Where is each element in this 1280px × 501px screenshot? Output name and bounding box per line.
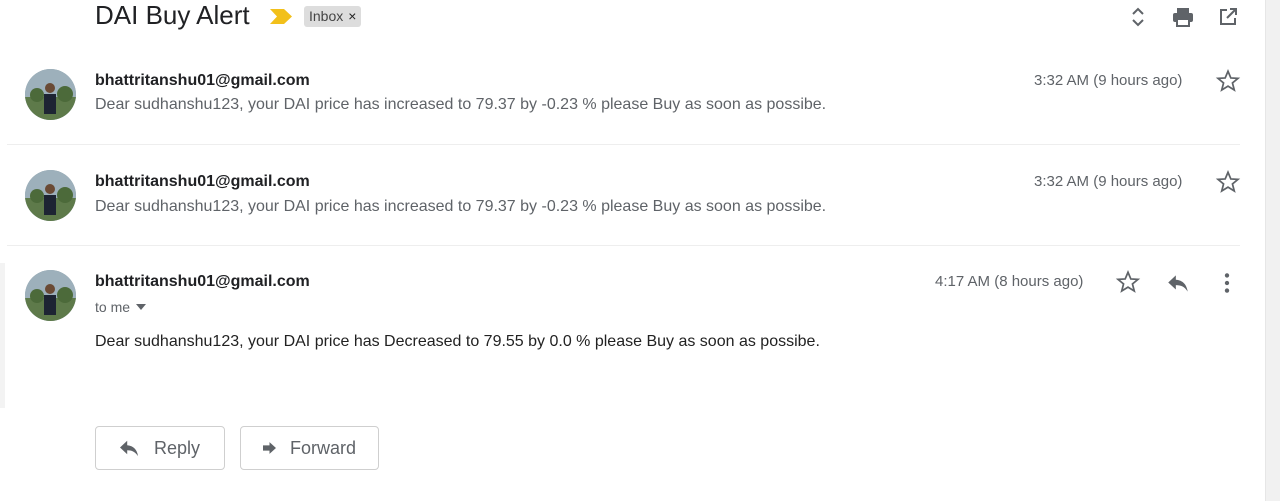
scrollbar[interactable] xyxy=(1265,0,1280,501)
reply-button-label: Reply xyxy=(154,437,201,458)
message-time: 3:32 AM (9 hours ago) xyxy=(1034,173,1183,190)
sender-avatar xyxy=(25,170,76,221)
sender-email[interactable]: bhattritanshu01@gmail.com xyxy=(95,173,310,191)
message-divider xyxy=(7,245,1240,246)
reply-icon xyxy=(120,440,138,457)
recipient-details-toggle[interactable]: to me xyxy=(95,299,147,315)
email-subject: DAI Buy Alert xyxy=(95,0,250,30)
print-icon[interactable] xyxy=(1171,5,1195,29)
forward-button-label: Forward xyxy=(289,437,356,458)
message-body: Dear sudhanshu123, your DAI price has De… xyxy=(95,333,820,350)
message-time: 3:32 AM (9 hours ago) xyxy=(1034,72,1183,89)
sender-avatar xyxy=(25,270,76,321)
remove-label-button[interactable]: × xyxy=(348,6,356,27)
message-time: 4:17 AM (8 hours ago) xyxy=(935,273,1084,290)
sender-avatar xyxy=(25,69,76,120)
message-divider xyxy=(7,144,1240,145)
label-chip-inbox: Inbox × xyxy=(304,6,362,27)
expand-collapse-icon[interactable] xyxy=(1126,5,1150,29)
recipient-label: to me xyxy=(95,299,131,315)
forward-button[interactable]: Forward xyxy=(240,426,379,470)
star-icon[interactable] xyxy=(1115,269,1141,295)
label-chip-text: Inbox xyxy=(309,8,344,24)
reply-button[interactable]: Reply xyxy=(95,426,225,470)
forward-icon xyxy=(263,442,276,454)
message-snippet[interactable]: Dear sudhanshu123, your DAI price has in… xyxy=(95,198,826,216)
star-icon[interactable] xyxy=(1215,169,1241,195)
sender-email[interactable]: bhattritanshu01@gmail.com xyxy=(95,273,310,291)
left-edge-divider xyxy=(0,263,5,408)
importance-marker-icon[interactable] xyxy=(270,9,292,24)
message-snippet[interactable]: Dear sudhanshu123, your DAI price has in… xyxy=(95,96,826,114)
open-new-window-icon[interactable] xyxy=(1216,5,1240,29)
more-vert-icon[interactable] xyxy=(1214,270,1240,296)
sender-email[interactable]: bhattritanshu01@gmail.com xyxy=(95,72,310,90)
reply-icon[interactable] xyxy=(1165,270,1191,296)
chevron-down-icon xyxy=(136,304,147,310)
star-icon[interactable] xyxy=(1215,68,1241,94)
